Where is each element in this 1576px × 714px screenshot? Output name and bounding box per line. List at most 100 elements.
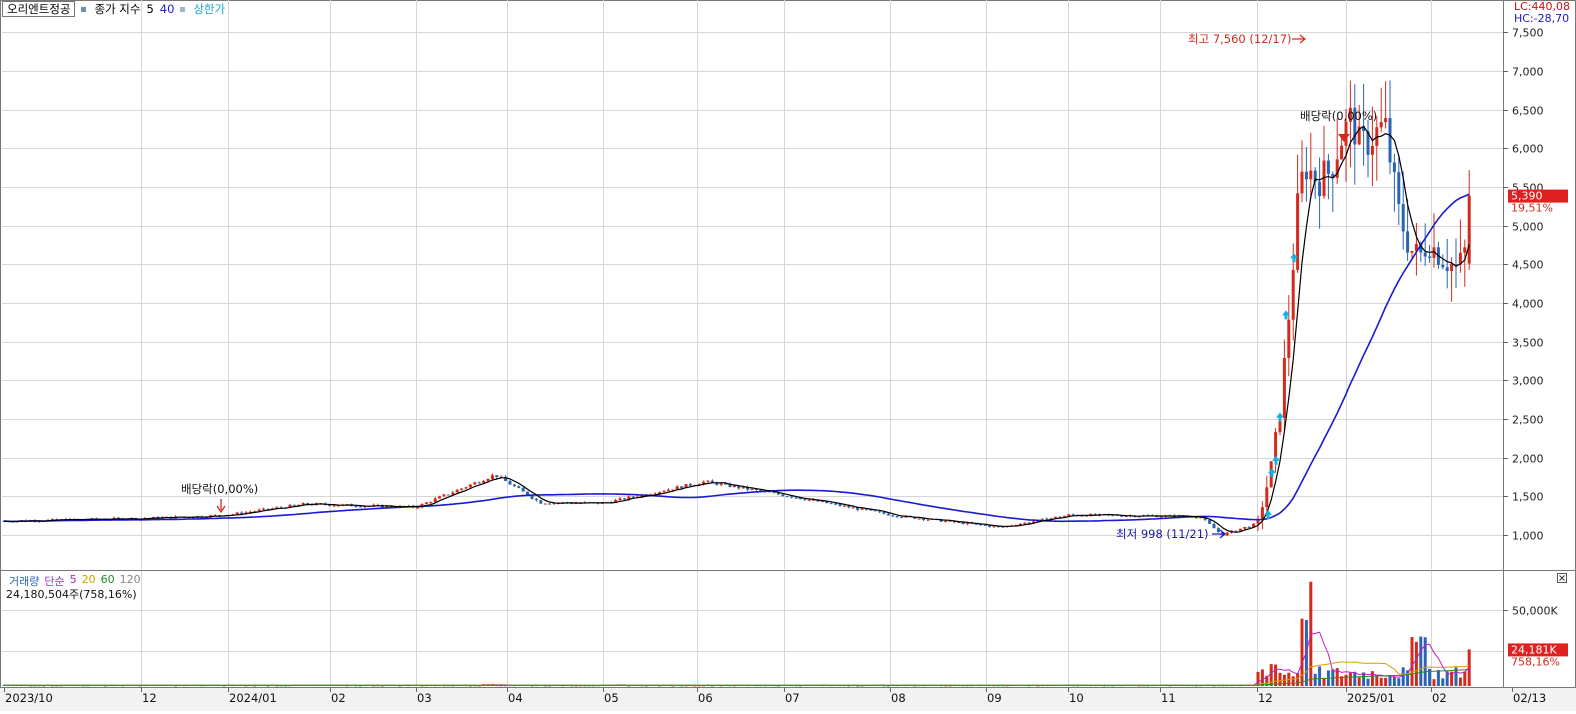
candle-body xyxy=(732,485,736,487)
candle-body xyxy=(1212,523,1216,529)
x-tick-label: 10 xyxy=(1069,691,1084,705)
candle-body xyxy=(358,506,362,508)
price-tick-label: 7,500 xyxy=(1512,27,1544,40)
candle-body xyxy=(442,494,446,497)
candle-body xyxy=(1225,532,1229,536)
volume-bars-group xyxy=(2,581,1471,687)
volume-bar xyxy=(1348,672,1352,686)
candle-body xyxy=(1216,528,1220,533)
volume-ma-line xyxy=(4,631,1470,687)
candle-body xyxy=(1304,171,1308,180)
candle-body xyxy=(807,499,811,501)
candle-body xyxy=(433,498,437,503)
x-tick-label: 02 xyxy=(331,691,346,705)
lc-hc-readout: LC:440,08 HC:-28,70 xyxy=(1514,1,1570,25)
candle-body xyxy=(719,483,723,485)
volume-bar xyxy=(1375,675,1379,686)
candle-body xyxy=(1291,269,1295,320)
candle-body xyxy=(1379,122,1383,128)
candle-body xyxy=(455,489,459,493)
price-tick-label: 1,500 xyxy=(1512,491,1544,504)
volume-total: 24,180,504주(758,16%) xyxy=(6,588,137,601)
candle-body xyxy=(1441,264,1445,268)
price-tick-label: 3,500 xyxy=(1512,337,1544,350)
volume-bar xyxy=(1384,677,1388,686)
x-tick-label: 2025/01 xyxy=(1347,691,1395,705)
volume-bar xyxy=(1414,641,1418,686)
ex-dividend-annotation-2: 배당락(0,00%) xyxy=(1300,109,1377,123)
price-tick-label: 6,500 xyxy=(1512,105,1544,118)
candle-body xyxy=(512,484,516,487)
candle-body xyxy=(539,500,543,504)
candle-body xyxy=(534,498,538,501)
candle-body xyxy=(1318,181,1322,197)
candle-body xyxy=(477,482,481,484)
volume-bar xyxy=(1388,675,1392,686)
volume-bar xyxy=(1344,674,1348,686)
volume-bar xyxy=(1362,672,1366,686)
candle-body xyxy=(1040,518,1044,520)
candle-body xyxy=(917,518,921,520)
ex-dividend-annotation-1: 배당락(0,00%) xyxy=(181,482,258,496)
x-tick-label: 04 xyxy=(508,691,523,705)
chart-area[interactable]: 1,000 1,500 2,000 2,500 3,000 3,500 4,000 4,500… xyxy=(0,0,1576,711)
candle-body xyxy=(1467,195,1471,264)
volume-bar xyxy=(1436,670,1440,686)
candle-body xyxy=(1159,516,1163,518)
volume-bar xyxy=(1397,678,1401,686)
x-tick-label: 2024/01 xyxy=(229,691,277,705)
price-tick-label: 2,000 xyxy=(1512,453,1544,466)
candle-body xyxy=(860,508,864,510)
candle-body xyxy=(1423,252,1427,257)
stock-name-box[interactable]: 오리엔트정공 xyxy=(2,1,76,17)
x-tick-label: 05 xyxy=(604,691,619,705)
candle-body xyxy=(332,505,336,507)
limit-up-legend-icon xyxy=(180,6,186,12)
candle-body xyxy=(886,513,890,516)
x-tick-label: 02/13 xyxy=(1513,691,1546,705)
candle-body xyxy=(548,503,552,505)
volume-bar xyxy=(1432,679,1436,686)
candle-body xyxy=(1384,118,1388,123)
candle-body xyxy=(1208,519,1212,524)
candle-body xyxy=(622,498,626,500)
price-volume-chart[interactable]: 1,000 1,500 2,000 2,500 3,000 3,500 4,000 4,500… xyxy=(0,0,1576,711)
volume-last-pct: 758,16% xyxy=(1511,655,1560,668)
candle-body xyxy=(842,505,846,507)
volume-bar xyxy=(1441,678,1445,686)
volume-bar xyxy=(1366,678,1370,686)
candle-body xyxy=(662,491,666,493)
candle-body xyxy=(1450,264,1454,272)
x-tick-label: 09 xyxy=(987,691,1002,705)
volume-bar xyxy=(1379,677,1383,686)
high-arrow-icon xyxy=(1292,34,1306,44)
x-tick-label: 11 xyxy=(1161,691,1176,705)
ma-short-label: 5 xyxy=(146,2,154,16)
candle-body xyxy=(460,488,464,490)
candle-body xyxy=(680,486,684,489)
volume-bar xyxy=(1370,671,1374,686)
candle-body xyxy=(1406,231,1410,253)
ma-long-label: 40 xyxy=(159,2,175,16)
candle-body xyxy=(490,475,494,479)
limit-up-label: 상한가 xyxy=(193,2,226,16)
volume-ma-line xyxy=(4,661,1470,686)
candle-body xyxy=(900,517,904,519)
candle-body xyxy=(424,502,428,505)
price-tick-label: 5,000 xyxy=(1512,221,1544,234)
candle-body xyxy=(1392,162,1396,173)
x-tick-label: 2023/10 xyxy=(5,691,53,705)
close-line-legend-icon xyxy=(81,6,87,12)
candle-body xyxy=(895,516,899,518)
candle-body xyxy=(706,480,710,482)
volume-bar xyxy=(1318,666,1322,686)
candle-body xyxy=(983,524,987,526)
candle-body xyxy=(438,496,442,499)
candle-body xyxy=(1463,247,1467,253)
candle-body xyxy=(1243,526,1247,529)
candle-body xyxy=(891,515,895,517)
limit-up-arrow-icon xyxy=(1276,412,1284,422)
candle-body xyxy=(944,521,948,523)
candle-body xyxy=(882,511,886,514)
candle-body xyxy=(1067,514,1071,516)
